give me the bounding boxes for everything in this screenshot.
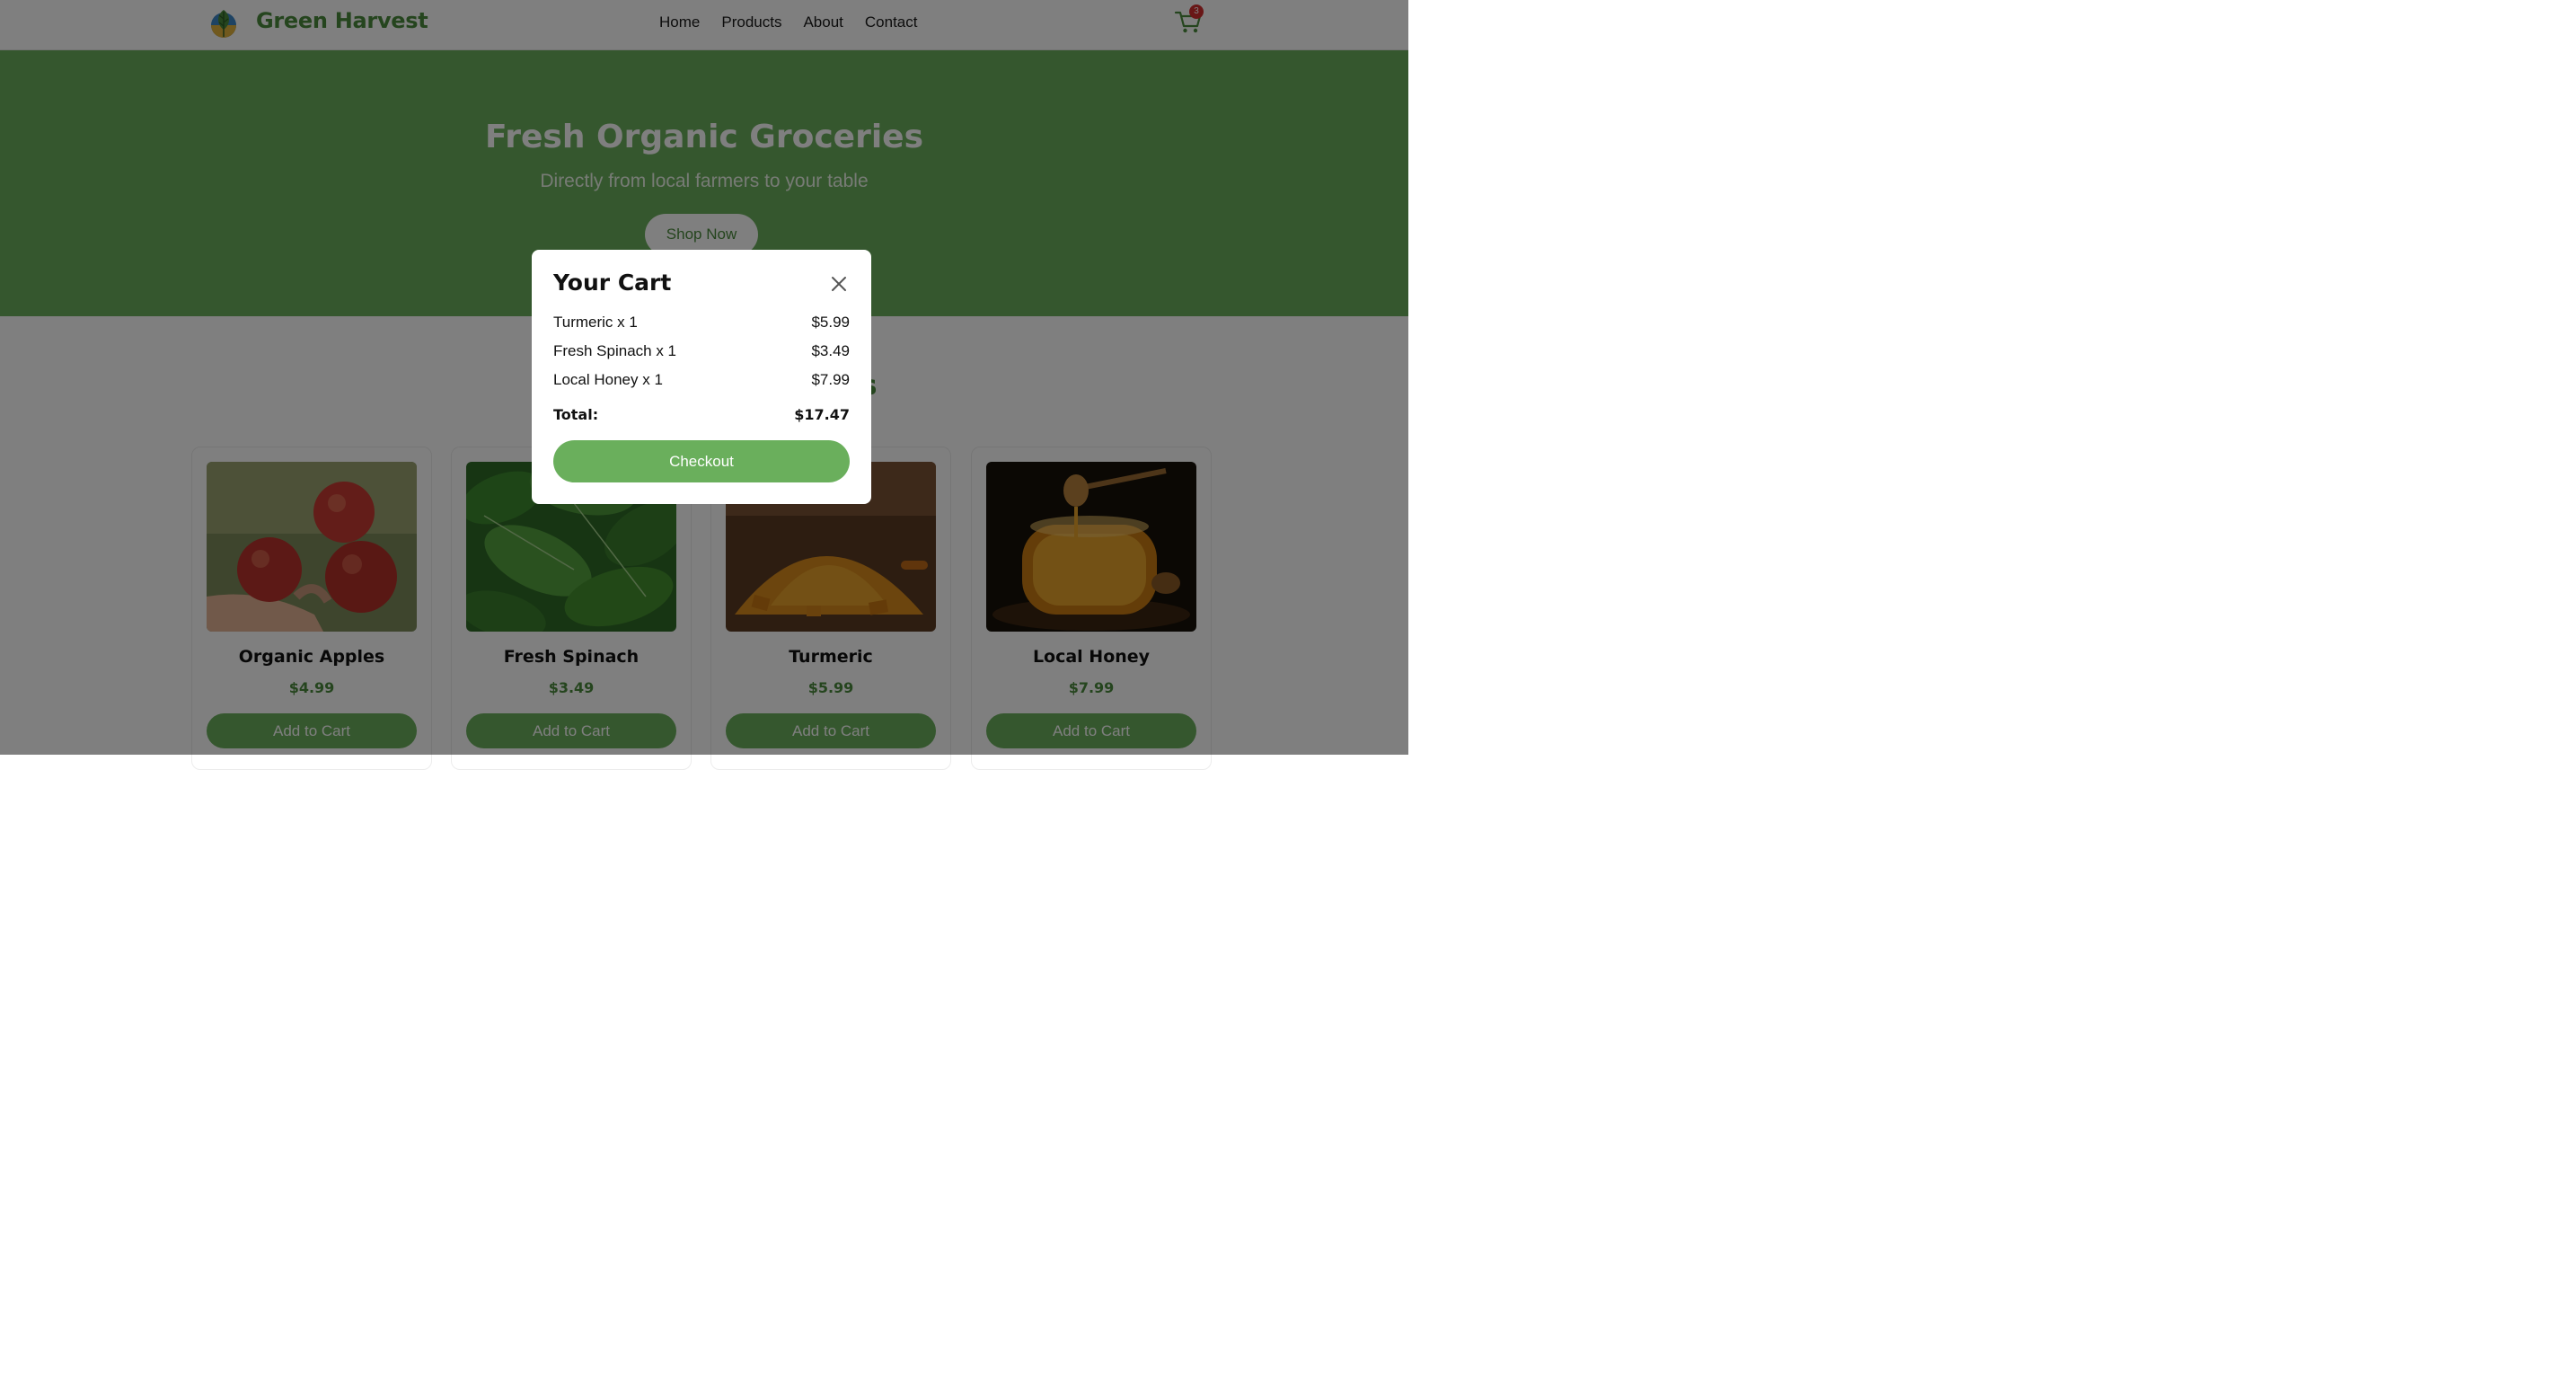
cart-total-value: $17.47 (794, 406, 850, 423)
cart-item-price: $7.99 (811, 371, 850, 388)
cart-modal: Your Cart Turmeric x 1 $5.99 Fresh Spina… (532, 250, 871, 504)
checkout-button[interactable]: Checkout (553, 440, 850, 482)
cart-item-name: Turmeric x 1 (553, 314, 638, 331)
cart-total-label: Total: (553, 406, 599, 423)
cart-item-name: Local Honey x 1 (553, 371, 663, 388)
cart-item: Local Honey x 1 $7.99 (553, 371, 850, 393)
close-icon[interactable] (830, 275, 848, 293)
cart-item: Turmeric x 1 $5.99 (553, 314, 850, 335)
cart-total-row: Total: $17.47 (553, 406, 850, 428)
cart-item-price: $3.49 (811, 342, 850, 359)
cart-item-name: Fresh Spinach x 1 (553, 342, 677, 359)
cart-item: Fresh Spinach x 1 $3.49 (553, 342, 850, 364)
cart-modal-title: Your Cart (553, 270, 672, 296)
cart-item-price: $5.99 (811, 314, 850, 331)
